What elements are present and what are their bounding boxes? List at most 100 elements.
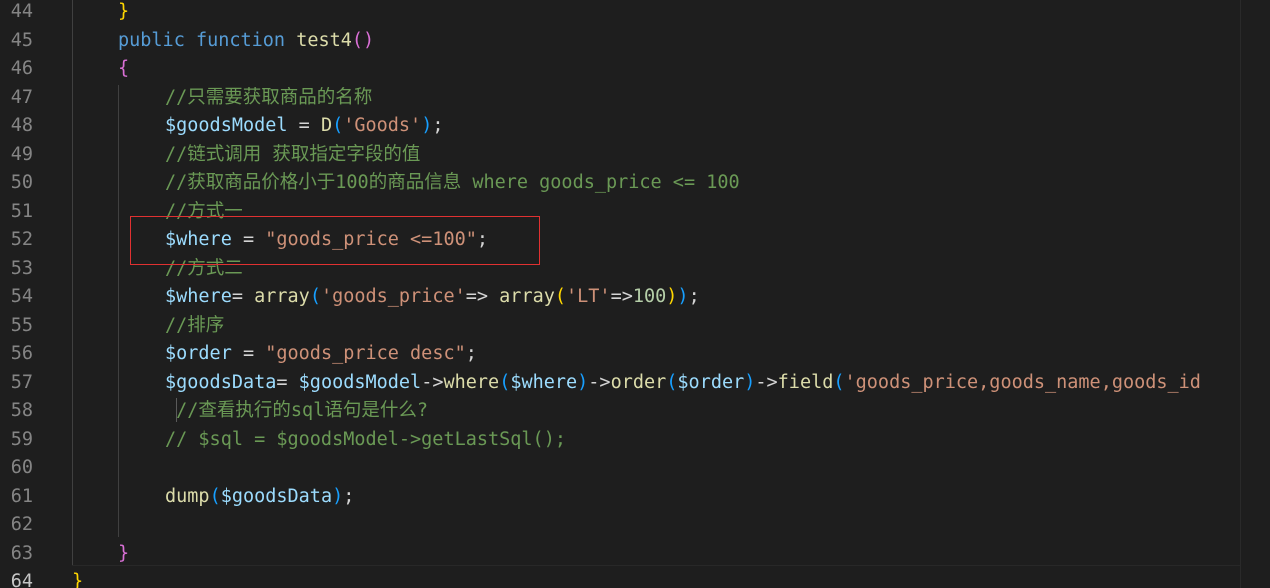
code-line[interactable]: 63} — [0, 540, 1240, 569]
code-token: ( — [209, 485, 221, 507]
code-token: ) — [677, 286, 689, 307]
code-token: // $sql = $goodsModel->getLastSql(); — [165, 428, 566, 450]
code-line[interactable]: 49 //链式调用 获取指定字段的值 — [0, 141, 1240, 170]
code-text[interactable]: { — [118, 55, 129, 84]
code-token: array — [499, 286, 555, 307]
code-token: field — [777, 371, 834, 393]
code-token: //只需要获取商品的名称 — [165, 86, 373, 108]
code-line[interactable]: 54 $where= array('goods_price'=> array('L… — [0, 283, 1240, 312]
code-token: ) — [421, 115, 433, 136]
code-line[interactable]: 60 — [0, 454, 1240, 483]
code-token: $order — [677, 371, 745, 393]
line-number: 55 — [10, 314, 33, 336]
line-number: 50 — [10, 172, 33, 193]
code-text[interactable]: //排序 — [165, 312, 224, 341]
code-line[interactable]: 57 $goodsData= $goodsModel->where($where)… — [0, 369, 1240, 398]
code-token: () — [351, 29, 375, 51]
code-token: = — [287, 115, 321, 136]
code-token: ( — [666, 371, 678, 393]
code-token: $order — [165, 343, 232, 364]
code-text[interactable]: public function test4() — [118, 27, 374, 56]
code-line[interactable]: 62 — [0, 511, 1240, 540]
code-token: = — [276, 371, 299, 393]
code-token: where — [443, 371, 500, 393]
line-number: 62 — [10, 514, 33, 535]
code-token: { — [118, 58, 130, 79]
code-token: ; — [343, 485, 355, 507]
code-text[interactable]: $goodsModel = D('Goods'); — [165, 112, 443, 141]
code-text[interactable]: $order = "goods_price desc"; — [165, 340, 477, 369]
code-token: -> — [421, 371, 444, 393]
code-token: function — [195, 29, 297, 51]
code-line[interactable]: 50 //获取商品价格小于100的商品信息 where goods_price <… — [0, 169, 1240, 198]
code-token: //排序 — [165, 314, 225, 336]
code-editor[interactable]: 44} 45 public function test4() 46{47//只需要获取… — [0, 0, 1270, 588]
code-line[interactable]: 61 dump($goodsData); — [0, 483, 1240, 512]
code-token: 'goods_price,goods_name,goods_id — [844, 371, 1201, 393]
line-number: 47 — [10, 86, 33, 108]
code-token: -> — [755, 371, 778, 393]
code-text[interactable]: $goodsData= $goodsModel->where($where)->… — [165, 369, 1201, 398]
code-token: ; — [465, 343, 477, 364]
code-token: 'LT' — [566, 286, 611, 307]
code-line[interactable]: 55 //排序 — [0, 312, 1240, 341]
code-text[interactable]: dump($goodsData); — [165, 483, 354, 512]
code-token: $goodsModel — [165, 115, 288, 136]
code-token: ( — [332, 115, 344, 136]
code-text[interactable]: //只需要获取商品的名称 — [165, 84, 372, 113]
code-token: ; — [688, 286, 700, 307]
line-number: 60 — [10, 457, 33, 478]
code-token: } — [118, 1, 130, 22]
code-text[interactable]: //获取商品价格小于100的商品信息 where goods_price <= … — [165, 169, 740, 198]
line-number: 46 — [10, 58, 33, 79]
code-token: } — [118, 542, 130, 564]
code-line[interactable]: 64} — [0, 568, 1240, 588]
code-text[interactable]: } — [118, 0, 129, 27]
code-line[interactable]: 48 $goodsModel = D('Goods'); — [0, 112, 1240, 141]
line-number: 61 — [10, 485, 33, 507]
code-line[interactable]: 47 //只需要获取商品的名称 — [0, 84, 1240, 113]
line-number: 48 — [10, 115, 33, 136]
line-number: 54 — [10, 286, 33, 307]
code-token: ; — [432, 115, 444, 136]
annotation-highlight-box — [130, 216, 540, 265]
code-token: } — [72, 571, 84, 588]
code-token: "goods_price desc" — [265, 343, 466, 364]
line-number: 53 — [10, 257, 33, 279]
code-token: public — [118, 29, 196, 51]
code-token: //获取商品价格小于100的商品信息 where goods_price <= … — [165, 172, 740, 193]
code-token: dump — [165, 485, 210, 507]
code-text[interactable]: // $sql = $goodsModel->getLastSql(); — [165, 426, 566, 455]
code-token: 'goods_price' — [320, 286, 466, 307]
code-token: ( — [554, 286, 567, 307]
code-token: //查看执行的sql语句是什么? — [165, 400, 428, 421]
scrollbar-track[interactable] — [1240, 0, 1270, 588]
code-token: => — [610, 286, 633, 307]
code-token: ( — [833, 371, 845, 393]
code-line[interactable]: 58 //查看执行的sql语句是什么? — [0, 397, 1240, 426]
code-token: test4 — [296, 29, 352, 51]
code-line[interactable]: 59 // $sql = $goodsModel->getLastSql(); — [0, 426, 1240, 455]
code-text[interactable]: } — [118, 540, 129, 569]
code-text[interactable]: //链式调用 获取指定字段的值 — [165, 141, 420, 170]
code-token: ) — [577, 371, 589, 393]
code-token: $goodsModel — [298, 371, 422, 393]
code-token: 100 — [632, 286, 667, 307]
code-token: $goodsData — [165, 371, 277, 393]
line-number: 44 — [10, 1, 33, 22]
code-text[interactable]: } — [72, 568, 83, 588]
line-number: 56 — [10, 343, 33, 364]
code-text[interactable]: //查看执行的sql语句是什么? — [165, 397, 428, 426]
code-token: D — [320, 115, 333, 136]
code-line[interactable]: 45 public function test4() — [0, 27, 1240, 56]
code-text[interactable]: $where= array('goods_price'=> array('LT'… — [165, 283, 700, 312]
code-line[interactable]: 46 { — [0, 55, 1240, 84]
code-line[interactable]: 44} — [0, 0, 1240, 27]
code-token: 'Goods' — [343, 115, 422, 136]
code-token: ( — [309, 286, 321, 307]
code-line[interactable]: 56 $order = "goods_price desc"; — [0, 340, 1240, 369]
line-number: 63 — [10, 542, 33, 564]
line-number: 51 — [10, 200, 33, 222]
code-token: ) — [744, 371, 756, 393]
line-number: 59 — [10, 428, 33, 450]
